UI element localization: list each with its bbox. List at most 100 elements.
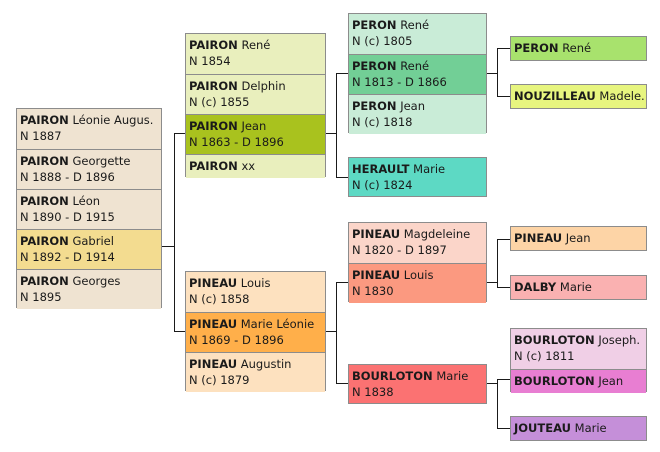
surname: PINEAU: [352, 227, 401, 241]
person-card: PINEAU Jean: [511, 227, 646, 250]
given-name: Louis: [240, 276, 271, 290]
person-card: DALBY Marie: [511, 276, 646, 299]
person-card[interactable]: PAIRON René N 1854: [186, 34, 325, 74]
given-name: Louis: [403, 268, 434, 282]
surname: PAIRON: [189, 79, 238, 93]
person-card-father[interactable]: PAIRON Jean N 1863 - D 1896: [186, 114, 325, 154]
dates: N 1890 - D 1915: [20, 210, 115, 224]
surname: PINEAU: [514, 231, 563, 245]
surname: PINEAU: [352, 268, 401, 282]
bourloton-card[interactable]: BOURLOTON Marie N 1838: [348, 364, 487, 404]
given-name: Léon: [72, 194, 101, 208]
person-card-maternal-grandfather[interactable]: PINEAU Louis N 1830: [349, 263, 486, 303]
surname: PAIRON: [20, 113, 69, 127]
dates: N 1838: [352, 385, 394, 399]
person-card[interactable]: BOURLOTON Joseph. N (c) 1811: [511, 329, 646, 369]
person-card[interactable]: PAIRON Georgette N 1888 - D 1896: [17, 149, 161, 189]
surname: PAIRON: [189, 159, 238, 173]
dates: N 1830: [352, 284, 394, 298]
dates: N 1813 - D 1866: [352, 75, 447, 89]
dates: N 1854: [189, 54, 231, 68]
surname: PAIRON: [20, 154, 69, 168]
dates: N (c) 1824: [352, 178, 413, 192]
given-name: Magdeleine: [403, 227, 471, 241]
person-card[interactable]: PAIRON Léonie Augus. N 1887: [17, 109, 161, 149]
person-card[interactable]: PINEAU Louis N (c) 1858: [186, 272, 325, 312]
jouteau-card[interactable]: JOUTEAU Marie: [510, 416, 647, 441]
surname: PERON: [514, 41, 559, 55]
surname: JOUTEAU: [514, 421, 571, 435]
person-card[interactable]: PAIRON Delphin N (c) 1855: [186, 74, 325, 114]
given-name: Jean: [598, 374, 624, 388]
surname: PINEAU: [189, 357, 238, 371]
person-card: NOUZILLEAU Madele.: [511, 85, 646, 108]
nouzilleau-card[interactable]: NOUZILLEAU Madele.: [510, 84, 647, 109]
dates: N 1888 - D 1896: [20, 170, 115, 184]
given-name: Madele.: [599, 89, 645, 103]
given-name: Delphin: [241, 79, 286, 93]
surname: PAIRON: [189, 119, 238, 133]
person-card-paternal-grandmother: HERAULT Marie N (c) 1824: [349, 158, 486, 196]
dates: N 1820 - D 1897: [352, 243, 447, 257]
given-name: Marie: [413, 162, 446, 176]
person-card[interactable]: BOURLOTON Jean: [511, 369, 646, 393]
surname: PAIRON: [189, 38, 238, 52]
given-name: Joseph.: [598, 333, 641, 347]
person-card[interactable]: PAIRON xx: [186, 154, 325, 178]
pineau-jean-card[interactable]: PINEAU Jean: [510, 226, 647, 251]
given-name: Marie: [574, 421, 607, 435]
surname: PAIRON: [20, 274, 69, 288]
given-name: René: [241, 38, 271, 52]
dalby-card[interactable]: DALBY Marie: [510, 275, 647, 300]
person-card: JOUTEAU Marie: [511, 417, 646, 440]
person-card[interactable]: PERON René N (c) 1805: [349, 14, 486, 54]
bourloton-group: BOURLOTON Joseph. N (c) 1811 BOURLOTON J…: [510, 328, 647, 393]
person-card[interactable]: PAIRON Georges N 1895: [17, 269, 161, 309]
peron-rene-card[interactable]: PERON René: [510, 36, 647, 61]
siblings-group: PAIRON Léonie Augus. N 1887 PAIRON Georg…: [16, 108, 162, 309]
dates: N (c) 1858: [189, 292, 250, 306]
person-card-maternal-grandmother: BOURLOTON Marie N 1838: [349, 365, 486, 403]
surname: PERON: [352, 59, 397, 73]
surname: PAIRON: [20, 234, 69, 248]
given-name: Jean: [241, 119, 267, 133]
given-name: Léonie Augus.: [72, 113, 154, 127]
surname: PERON: [352, 18, 397, 32]
given-name: Marie: [559, 280, 592, 294]
given-name: Jean: [565, 231, 591, 245]
person-card[interactable]: PAIRON Léon N 1890 - D 1915: [17, 189, 161, 229]
surname: BOURLOTON: [352, 369, 433, 383]
surname: PINEAU: [189, 276, 238, 290]
mother-siblings-group: PINEAU Louis N (c) 1858 PINEAU Marie Léo…: [185, 271, 326, 392]
given-name: Marie: [436, 369, 469, 383]
dates: N (c) 1805: [352, 34, 413, 48]
peron-group: PERON René N (c) 1805 PERON René N 1813 …: [348, 13, 487, 134]
person-card-selected[interactable]: PAIRON Gabriel N 1892 - D 1914: [17, 229, 161, 269]
given-name: xx: [241, 159, 256, 173]
surname: PERON: [352, 99, 397, 113]
surname: PINEAU: [189, 317, 238, 331]
person-card[interactable]: PINEAU Magdeleine N 1820 - D 1897: [349, 223, 486, 263]
dates: N 1869 - D 1896: [189, 333, 284, 347]
dates: N (c) 1879: [189, 373, 250, 387]
given-name: René: [562, 41, 592, 55]
pineau-group: PINEAU Magdeleine N 1820 - D 1897 PINEAU…: [348, 222, 487, 303]
dates: N 1892 - D 1914: [20, 250, 115, 264]
dates: N (c) 1818: [352, 115, 413, 129]
herault-card[interactable]: HERAULT Marie N (c) 1824: [348, 157, 487, 197]
dates: N 1895: [20, 290, 62, 304]
surname: BOURLOTON: [514, 374, 595, 388]
given-name: Marie Léonie: [240, 317, 315, 331]
surname: PAIRON: [20, 194, 69, 208]
surname: HERAULT: [352, 162, 410, 176]
person-card[interactable]: PINEAU Augustin N (c) 1879: [186, 352, 325, 392]
person-card: PERON René: [511, 37, 646, 60]
dates: N (c) 1811: [514, 349, 575, 363]
given-name: Gabriel: [72, 234, 114, 248]
surname: BOURLOTON: [514, 333, 595, 347]
person-card-paternal-grandfather[interactable]: PERON René N 1813 - D 1866: [349, 54, 486, 94]
person-card-mother[interactable]: PINEAU Marie Léonie N 1869 - D 1896: [186, 312, 325, 352]
dates: N (c) 1855: [189, 95, 250, 109]
given-name: Georges: [72, 274, 121, 288]
person-card[interactable]: PERON Jean N (c) 1818: [349, 94, 486, 134]
